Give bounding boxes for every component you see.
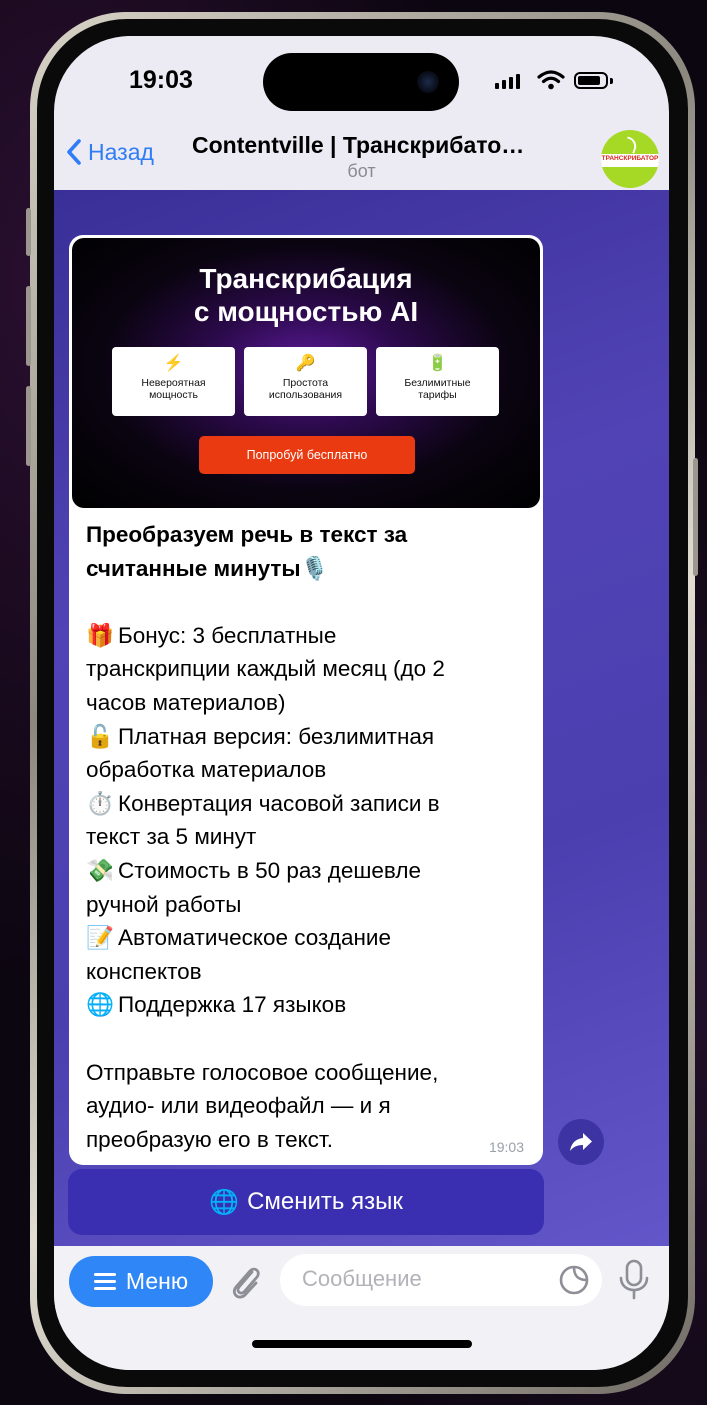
feature-card-unlimited: 🔋 Безлимитные тарифы: [376, 347, 499, 416]
feature-label: Безлимитные тарифы: [404, 377, 471, 401]
unlock-icon: 🔓: [86, 723, 115, 749]
banner-title-line2: с мощностью AI: [193, 296, 419, 327]
menu-label: Меню: [125, 1268, 189, 1294]
wifi-icon: [537, 70, 565, 90]
money-wings-icon: 💸: [86, 857, 115, 883]
message-timestamp: 19:03: [488, 1139, 524, 1155]
message-heading-line1: Преобразуем речь в текст за: [86, 522, 408, 547]
key-icon: 🔑: [295, 355, 316, 372]
avatar-logo-text: ТРАНСКРИБАТОР: [601, 155, 659, 162]
list-item: 🎁 Бонус: 3 бесплатные: [86, 619, 534, 653]
camera-icon: [417, 71, 439, 93]
power-button: [693, 458, 698, 576]
message-text: Преобразуем речь в текст за считанные ми…: [86, 518, 534, 1156]
try-free-button: Попробуй бесплатно: [199, 436, 415, 474]
hamburger-icon: [93, 1269, 116, 1294]
chat-title[interactable]: Contentville | Транскрибато…: [192, 132, 524, 159]
chat-subtitle: бот: [347, 161, 376, 181]
phone-screen: 19:03 Назад Contentville | Транскрибато……: [54, 36, 669, 1370]
status-bar: 19:03: [54, 36, 669, 128]
battery-tip: [610, 78, 613, 84]
signal-icon: [495, 74, 520, 89]
input-bar: Меню: [54, 1246, 669, 1370]
feature-label: Невероятная мощность: [141, 377, 206, 401]
list-item: 💸 Стоимость в 50 раз дешевле: [86, 854, 534, 888]
list-item-continuation: транскрипции каждый месяц (до 2: [86, 656, 445, 682]
feature-label: Простота использования: [268, 377, 343, 401]
volume-up-button: [26, 286, 31, 366]
home-indicator[interactable]: [252, 1340, 472, 1348]
list-item: ⏱️ Конвертация часовой записи в: [86, 787, 534, 821]
action-button: [26, 208, 31, 256]
list-item: 🔓 Платная версия: безлимитная: [86, 720, 534, 754]
bot-avatar[interactable]: ТРАНСКРИБАТОР: [601, 130, 659, 188]
dynamic-island: [263, 53, 459, 111]
paperclip-icon[interactable]: [228, 1262, 264, 1302]
battery-icon: 🔋: [427, 355, 448, 372]
memo-icon: 📝: [86, 925, 115, 951]
list-item-continuation: ручной работы: [86, 891, 242, 917]
message-bubble[interactable]: Транскрибация с мощностью AI ⚡ Невероятн…: [69, 235, 543, 1165]
message-footer-line: Отправьте голосовое сообщение,: [86, 1059, 439, 1085]
change-language-button[interactable]: 🌐 Сменить язык: [68, 1169, 544, 1235]
message-footer-line: аудио- или видеофайл — и я: [86, 1093, 391, 1119]
banner-title: Транскрибация с мощностью AI: [72, 262, 540, 328]
globe-icon: 🌐: [209, 1188, 240, 1216]
sticker-icon[interactable]: [558, 1264, 590, 1296]
feather-icon: [622, 136, 640, 154]
message-input-container[interactable]: [280, 1254, 602, 1306]
banner-title-line1: Транскрибация: [199, 263, 413, 294]
gift-icon: 🎁: [86, 622, 115, 648]
feature-card-power: ⚡ Невероятная мощность: [112, 347, 235, 416]
list-item-continuation: обработка материалов: [86, 757, 327, 783]
message-footer-line: преобразую его в текст.: [86, 1126, 333, 1152]
feature-card-simplicity: 🔑 Простота использования: [244, 347, 367, 416]
battery-icon: [574, 72, 608, 89]
share-button[interactable]: [558, 1119, 604, 1165]
list-item: 📝 Автоматическое создание: [86, 921, 534, 955]
list-item-continuation: конспектов: [86, 958, 202, 984]
status-time: 19:03: [129, 66, 193, 94]
list-item-continuation: часов материалов): [86, 689, 286, 715]
volume-down-button: [26, 386, 31, 466]
change-language-label: Сменить язык: [247, 1188, 403, 1215]
globe-icon: 🌐: [86, 992, 115, 1018]
menu-button[interactable]: Меню: [69, 1256, 213, 1307]
list-item-continuation: текст за 5 минут: [86, 824, 257, 850]
list-item: 🌐 Поддержка 17 языков: [86, 988, 534, 1022]
chat-header: Назад Contentville | Транскрибато… бот Т…: [54, 128, 669, 190]
chat-area[interactable]: Транскрибация с мощностью AI ⚡ Невероятн…: [54, 190, 669, 1246]
share-arrow-icon: [570, 1133, 592, 1151]
lightning-icon: ⚡: [163, 355, 184, 372]
promo-banner-image[interactable]: Транскрибация с мощностью AI ⚡ Невероятн…: [72, 238, 540, 508]
stopwatch-icon: ⏱️: [86, 790, 115, 816]
microphone-icon[interactable]: [618, 1258, 650, 1302]
message-input[interactable]: [300, 1265, 554, 1293]
message-heading-line2: считанные минуты🎙️: [86, 555, 329, 581]
